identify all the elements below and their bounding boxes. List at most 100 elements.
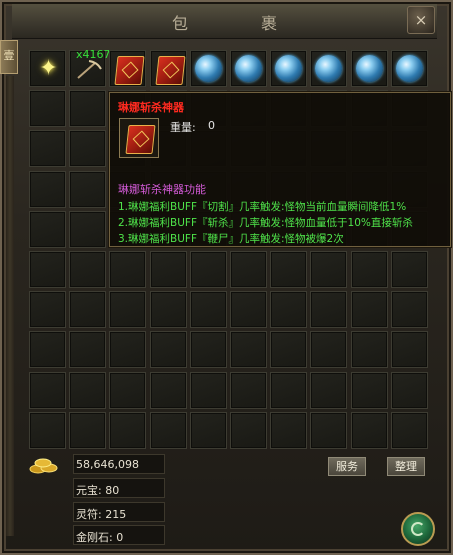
gold-amount: 58,646,098 bbox=[76, 458, 139, 471]
yuanbao-amount: 元宝: 80 bbox=[76, 484, 120, 497]
inventory-slot[interactable] bbox=[69, 331, 106, 368]
inventory-slot[interactable] bbox=[230, 50, 267, 87]
inventory-slot[interactable] bbox=[29, 90, 66, 127]
item-count: x4167 bbox=[76, 48, 111, 61]
side-tab[interactable]: 壹 bbox=[0, 40, 18, 74]
inventory-slot[interactable] bbox=[109, 331, 146, 368]
inventory-slot[interactable] bbox=[310, 331, 347, 368]
inventory-slot[interactable] bbox=[69, 211, 106, 248]
tooltip-item-icon bbox=[119, 118, 159, 158]
inventory-slot[interactable] bbox=[69, 291, 106, 328]
inventory-slot[interactable] bbox=[391, 291, 428, 328]
close-button[interactable]: × bbox=[407, 6, 435, 34]
lingfu-field: 灵符: 215 bbox=[73, 502, 165, 522]
inventory-slot[interactable] bbox=[310, 291, 347, 328]
inventory-slot[interactable] bbox=[391, 372, 428, 409]
inventory-slot[interactable] bbox=[391, 50, 428, 87]
inventory-slot[interactable] bbox=[150, 331, 187, 368]
inventory-slot[interactable] bbox=[190, 50, 227, 87]
pickaxe-icon bbox=[75, 59, 103, 81]
red-book-icon bbox=[155, 56, 186, 85]
inventory-slot[interactable] bbox=[310, 412, 347, 449]
blue-orb-icon bbox=[315, 55, 342, 82]
inventory-slot[interactable] bbox=[351, 331, 388, 368]
inventory-slot[interactable] bbox=[310, 50, 347, 87]
tooltip-subtitle: 琳娜斩杀神器功能 bbox=[118, 183, 206, 196]
lingfu-amount: 灵符: 215 bbox=[76, 508, 127, 521]
inventory-slot[interactable] bbox=[29, 291, 66, 328]
inventory-slot[interactable] bbox=[109, 291, 146, 328]
inventory-slot[interactable] bbox=[69, 130, 106, 167]
blue-orb-icon bbox=[356, 55, 383, 82]
inventory-slot[interactable] bbox=[190, 331, 227, 368]
side-rail bbox=[6, 76, 14, 536]
gold-amount-field: 58,646,098 bbox=[73, 454, 165, 474]
inventory-slot[interactable] bbox=[351, 412, 388, 449]
inventory-slot[interactable] bbox=[109, 372, 146, 409]
service-button[interactable]: 服务 bbox=[328, 457, 366, 476]
inventory-slot[interactable] bbox=[69, 90, 106, 127]
jade-emblem-icon[interactable] bbox=[401, 512, 435, 546]
inventory-slot[interactable] bbox=[69, 171, 106, 208]
window-title: 包 裹 bbox=[171, 14, 312, 33]
blue-orb-icon bbox=[275, 55, 302, 82]
title-bar[interactable]: 包 裹 × bbox=[12, 4, 437, 39]
inventory-slot[interactable] bbox=[230, 412, 267, 449]
inventory-slot[interactable] bbox=[69, 372, 106, 409]
inventory-slot[interactable]: ✦ bbox=[29, 50, 66, 87]
inventory-slot[interactable] bbox=[29, 171, 66, 208]
diamond-amount: 金刚石: 0 bbox=[76, 531, 124, 544]
inventory-slot[interactable] bbox=[190, 412, 227, 449]
inventory-slot[interactable] bbox=[391, 251, 428, 288]
inventory-slot[interactable] bbox=[230, 291, 267, 328]
inventory-slot[interactable] bbox=[270, 331, 307, 368]
tooltip-line: 3.琳娜福利BUFF『鞭尸』几率触发:怪物被爆2次 bbox=[118, 233, 344, 245]
blue-orb-icon bbox=[195, 55, 222, 82]
weight-label: 重量: bbox=[170, 121, 196, 134]
red-book-icon bbox=[125, 125, 156, 154]
inventory-slot[interactable] bbox=[109, 251, 146, 288]
inventory-slot[interactable] bbox=[29, 412, 66, 449]
inventory-slot[interactable] bbox=[270, 412, 307, 449]
inventory-slot[interactable] bbox=[270, 251, 307, 288]
inventory-slot[interactable] bbox=[351, 50, 388, 87]
tooltip-line: 1.琳娜福利BUFF『切割』几率触发:怪物当前血量瞬间降低1% bbox=[118, 201, 407, 213]
inventory-slot[interactable] bbox=[230, 372, 267, 409]
inventory-slot[interactable] bbox=[230, 331, 267, 368]
inventory-slot[interactable] bbox=[109, 50, 146, 87]
blue-orb-icon bbox=[235, 55, 262, 82]
inventory-slot[interactable] bbox=[29, 331, 66, 368]
inventory-slot[interactable] bbox=[351, 291, 388, 328]
inventory-slot[interactable] bbox=[310, 251, 347, 288]
inventory-slot[interactable] bbox=[150, 372, 187, 409]
inventory-slot[interactable] bbox=[190, 251, 227, 288]
inventory-window: 包 裹 × 壹 ✦ x4167 琳娜斩杀神器 重量: 0 琳娜斩杀神器功能 1.琳… bbox=[0, 0, 453, 555]
inventory-slot[interactable] bbox=[270, 291, 307, 328]
inventory-slot[interactable] bbox=[150, 291, 187, 328]
inventory-slot[interactable] bbox=[391, 331, 428, 368]
inventory-slot[interactable] bbox=[150, 50, 187, 87]
inventory-slot[interactable] bbox=[391, 412, 428, 449]
inventory-slot[interactable] bbox=[29, 372, 66, 409]
inventory-slot[interactable] bbox=[29, 211, 66, 248]
sort-button[interactable]: 整理 bbox=[387, 457, 425, 476]
inventory-slot[interactable] bbox=[190, 291, 227, 328]
inventory-slot[interactable] bbox=[270, 372, 307, 409]
inventory-slot[interactable]: x4167 bbox=[69, 48, 111, 87]
inventory-slot[interactable] bbox=[109, 412, 146, 449]
red-book-icon bbox=[114, 56, 145, 85]
inventory-slot[interactable] bbox=[230, 251, 267, 288]
inventory-slot[interactable] bbox=[29, 130, 66, 167]
inventory-slot[interactable] bbox=[351, 372, 388, 409]
inventory-slot[interactable] bbox=[270, 50, 307, 87]
inventory-slot[interactable] bbox=[150, 412, 187, 449]
inventory-slot[interactable] bbox=[150, 251, 187, 288]
inventory-slot[interactable] bbox=[69, 251, 106, 288]
inventory-slot[interactable] bbox=[351, 251, 388, 288]
inventory-slot[interactable] bbox=[69, 412, 106, 449]
inventory-slot[interactable] bbox=[190, 372, 227, 409]
item-tooltip: 琳娜斩杀神器 重量: 0 琳娜斩杀神器功能 1.琳娜福利BUFF『切割』几率触发… bbox=[109, 92, 451, 247]
inventory-slot[interactable] bbox=[310, 372, 347, 409]
currency-panel: 58,646,098 元宝: 80 灵符: 215 金刚石: 0 bbox=[29, 454, 169, 546]
inventory-slot[interactable] bbox=[29, 251, 66, 288]
